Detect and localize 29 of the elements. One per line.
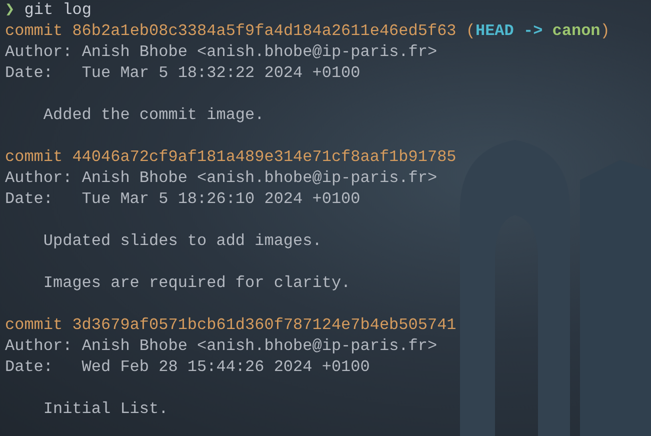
- author-text: Anish Bhobe <anish.bhobe@ip-paris.fr>: [82, 336, 438, 357]
- commit-label: commit: [5, 147, 63, 168]
- date-label: Date:: [5, 63, 54, 84]
- date-label: Date:: [5, 357, 54, 378]
- commit-hash: 44046a72cf9af181a489e314e71cf8aaf1b91785: [72, 147, 456, 168]
- author-label: Author:: [5, 336, 72, 357]
- command-text: git log: [24, 0, 92, 21]
- date-text: Wed Feb 28 15:44:26 2024 +0100: [82, 357, 370, 378]
- date-text: Tue Mar 5 18:26:10 2024 +0100: [82, 189, 360, 210]
- commit-message: Updated slides to add images.: [43, 232, 322, 250]
- date-text: Tue Mar 5 18:32:22 2024 +0100: [82, 63, 360, 84]
- commit-message: Images are required for clarity.: [43, 274, 351, 292]
- ref-arrow: ->: [523, 21, 543, 42]
- branch-ref: canon: [552, 21, 600, 42]
- paren-text: (: [466, 21, 476, 42]
- author-text: Anish Bhobe <anish.bhobe@ip-paris.fr>: [82, 168, 438, 189]
- author-text: Anish Bhobe <anish.bhobe@ip-paris.fr>: [82, 42, 438, 63]
- commit-label: commit: [5, 21, 63, 42]
- commit-message: Added the commit image.: [43, 106, 264, 124]
- prompt-icon: ❯: [5, 0, 15, 21]
- commit-hash: 86b2a1eb08c3384a5f9fa4d184a2611e46ed5f63: [72, 21, 456, 42]
- commit-message: Initial List.: [43, 400, 168, 418]
- commit-label: commit: [5, 315, 63, 336]
- head-ref: HEAD: [475, 21, 514, 42]
- author-label: Author:: [5, 42, 72, 63]
- author-label: Author:: [5, 168, 72, 189]
- date-label: Date:: [5, 189, 54, 210]
- commit-hash: 3d3679af0571bcb61d360f787124e7b4eb505741: [72, 315, 456, 336]
- paren-text: ): [600, 21, 610, 42]
